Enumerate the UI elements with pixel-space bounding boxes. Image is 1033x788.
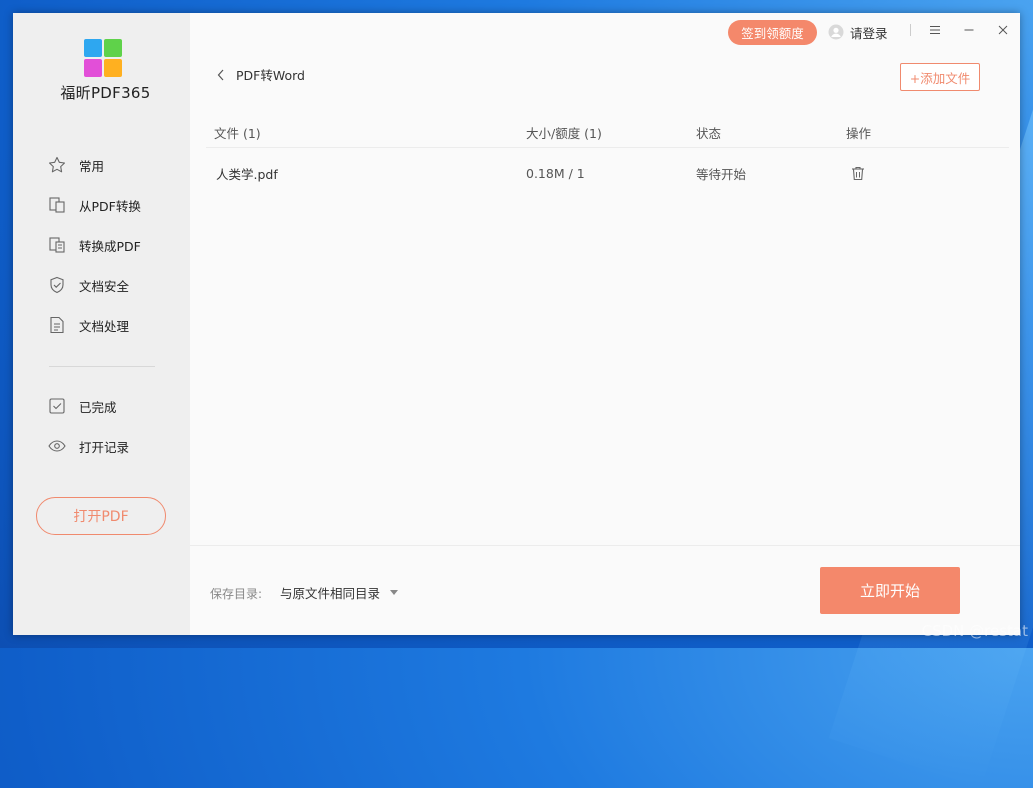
minimize-icon [964, 29, 974, 31]
add-file-button[interactable]: +添加文件 [900, 63, 980, 91]
page-title: PDF转Word [236, 68, 305, 83]
sidebar-item-label: 从PDF转换 [79, 198, 141, 214]
file-status: 等待开始 [696, 166, 747, 182]
sidebar-item-completed[interactable]: 已完成 [48, 392, 178, 420]
sidebar-divider [49, 366, 155, 367]
app-window: 福昕PDF365 常用 从PDF转换 转换成PDF 文档安全 文档处理 已完成 … [13, 13, 1020, 635]
table-header: 文件 (1) 大小/额度 (1) 状态 操作 [206, 117, 1009, 148]
column-header-actions: 操作 [846, 125, 872, 141]
document-icon [48, 316, 66, 334]
minimize-button[interactable] [960, 21, 978, 39]
to-pdf-icon [48, 236, 66, 254]
checkbox-icon [48, 397, 66, 415]
sidebar-item-from-pdf[interactable]: 从PDF转换 [48, 191, 178, 219]
chevron-left-icon [217, 69, 224, 80]
start-button[interactable]: 立即开始 [820, 567, 960, 614]
close-icon [998, 25, 1008, 35]
sidebar-item-common[interactable]: 常用 [48, 151, 178, 179]
toolbar-separator [910, 24, 911, 36]
menu-icon [930, 26, 940, 34]
avatar-icon [828, 24, 844, 40]
table-row: 人类学.pdf 0.18M / 1 等待开始 [206, 157, 1009, 189]
star-icon [48, 156, 66, 174]
sidebar-item-label: 文档处理 [79, 318, 130, 334]
app-logo-icon [84, 39, 122, 77]
sidebar-item-label: 文档安全 [79, 278, 130, 294]
close-button[interactable] [994, 21, 1012, 39]
column-header-size: 大小/额度 (1) [526, 125, 602, 141]
sidebar-item-security[interactable]: 文档安全 [48, 271, 178, 299]
sidebar-item-label: 打开记录 [79, 439, 130, 455]
sidebar-item-label: 已完成 [79, 399, 117, 415]
file-name: 人类学.pdf [216, 166, 278, 182]
open-pdf-button[interactable]: 打开PDF [36, 497, 166, 535]
sidebar: 福昕PDF365 常用 从PDF转换 转换成PDF 文档安全 文档处理 已完成 … [13, 13, 190, 635]
column-header-status: 状态 [696, 125, 722, 141]
sidebar-item-processing[interactable]: 文档处理 [48, 311, 178, 339]
from-pdf-icon [48, 196, 66, 214]
login-button[interactable]: 请登录 [828, 21, 888, 43]
app-name: 福昕PDF365 [60, 84, 151, 102]
sidebar-item-history[interactable]: 打开记录 [48, 432, 178, 460]
footer-divider [190, 545, 1020, 546]
save-directory-value: 与原文件相同目录 [280, 586, 381, 601]
back-button[interactable]: PDF转Word [216, 65, 305, 84]
delete-button[interactable] [851, 157, 865, 189]
column-header-file: 文件 (1) [214, 125, 261, 141]
caret-down-icon [390, 590, 399, 595]
trash-icon [852, 166, 864, 180]
save-directory-select[interactable]: 与原文件相同目录 [280, 583, 399, 602]
sidebar-item-label: 转换成PDF [79, 238, 141, 254]
sidebar-item-to-pdf[interactable]: 转换成PDF [48, 231, 178, 259]
shield-icon [48, 276, 66, 294]
login-label: 请登录 [850, 25, 888, 41]
eye-icon [48, 437, 66, 455]
watermark: CSDN @restat [921, 622, 1028, 640]
file-size: 0.18M / 1 [526, 165, 585, 181]
menu-button[interactable] [926, 21, 944, 39]
save-directory-label: 保存目录: [210, 587, 263, 601]
signin-bonus-button[interactable]: 签到领额度 [728, 20, 817, 45]
sidebar-item-label: 常用 [79, 158, 105, 174]
